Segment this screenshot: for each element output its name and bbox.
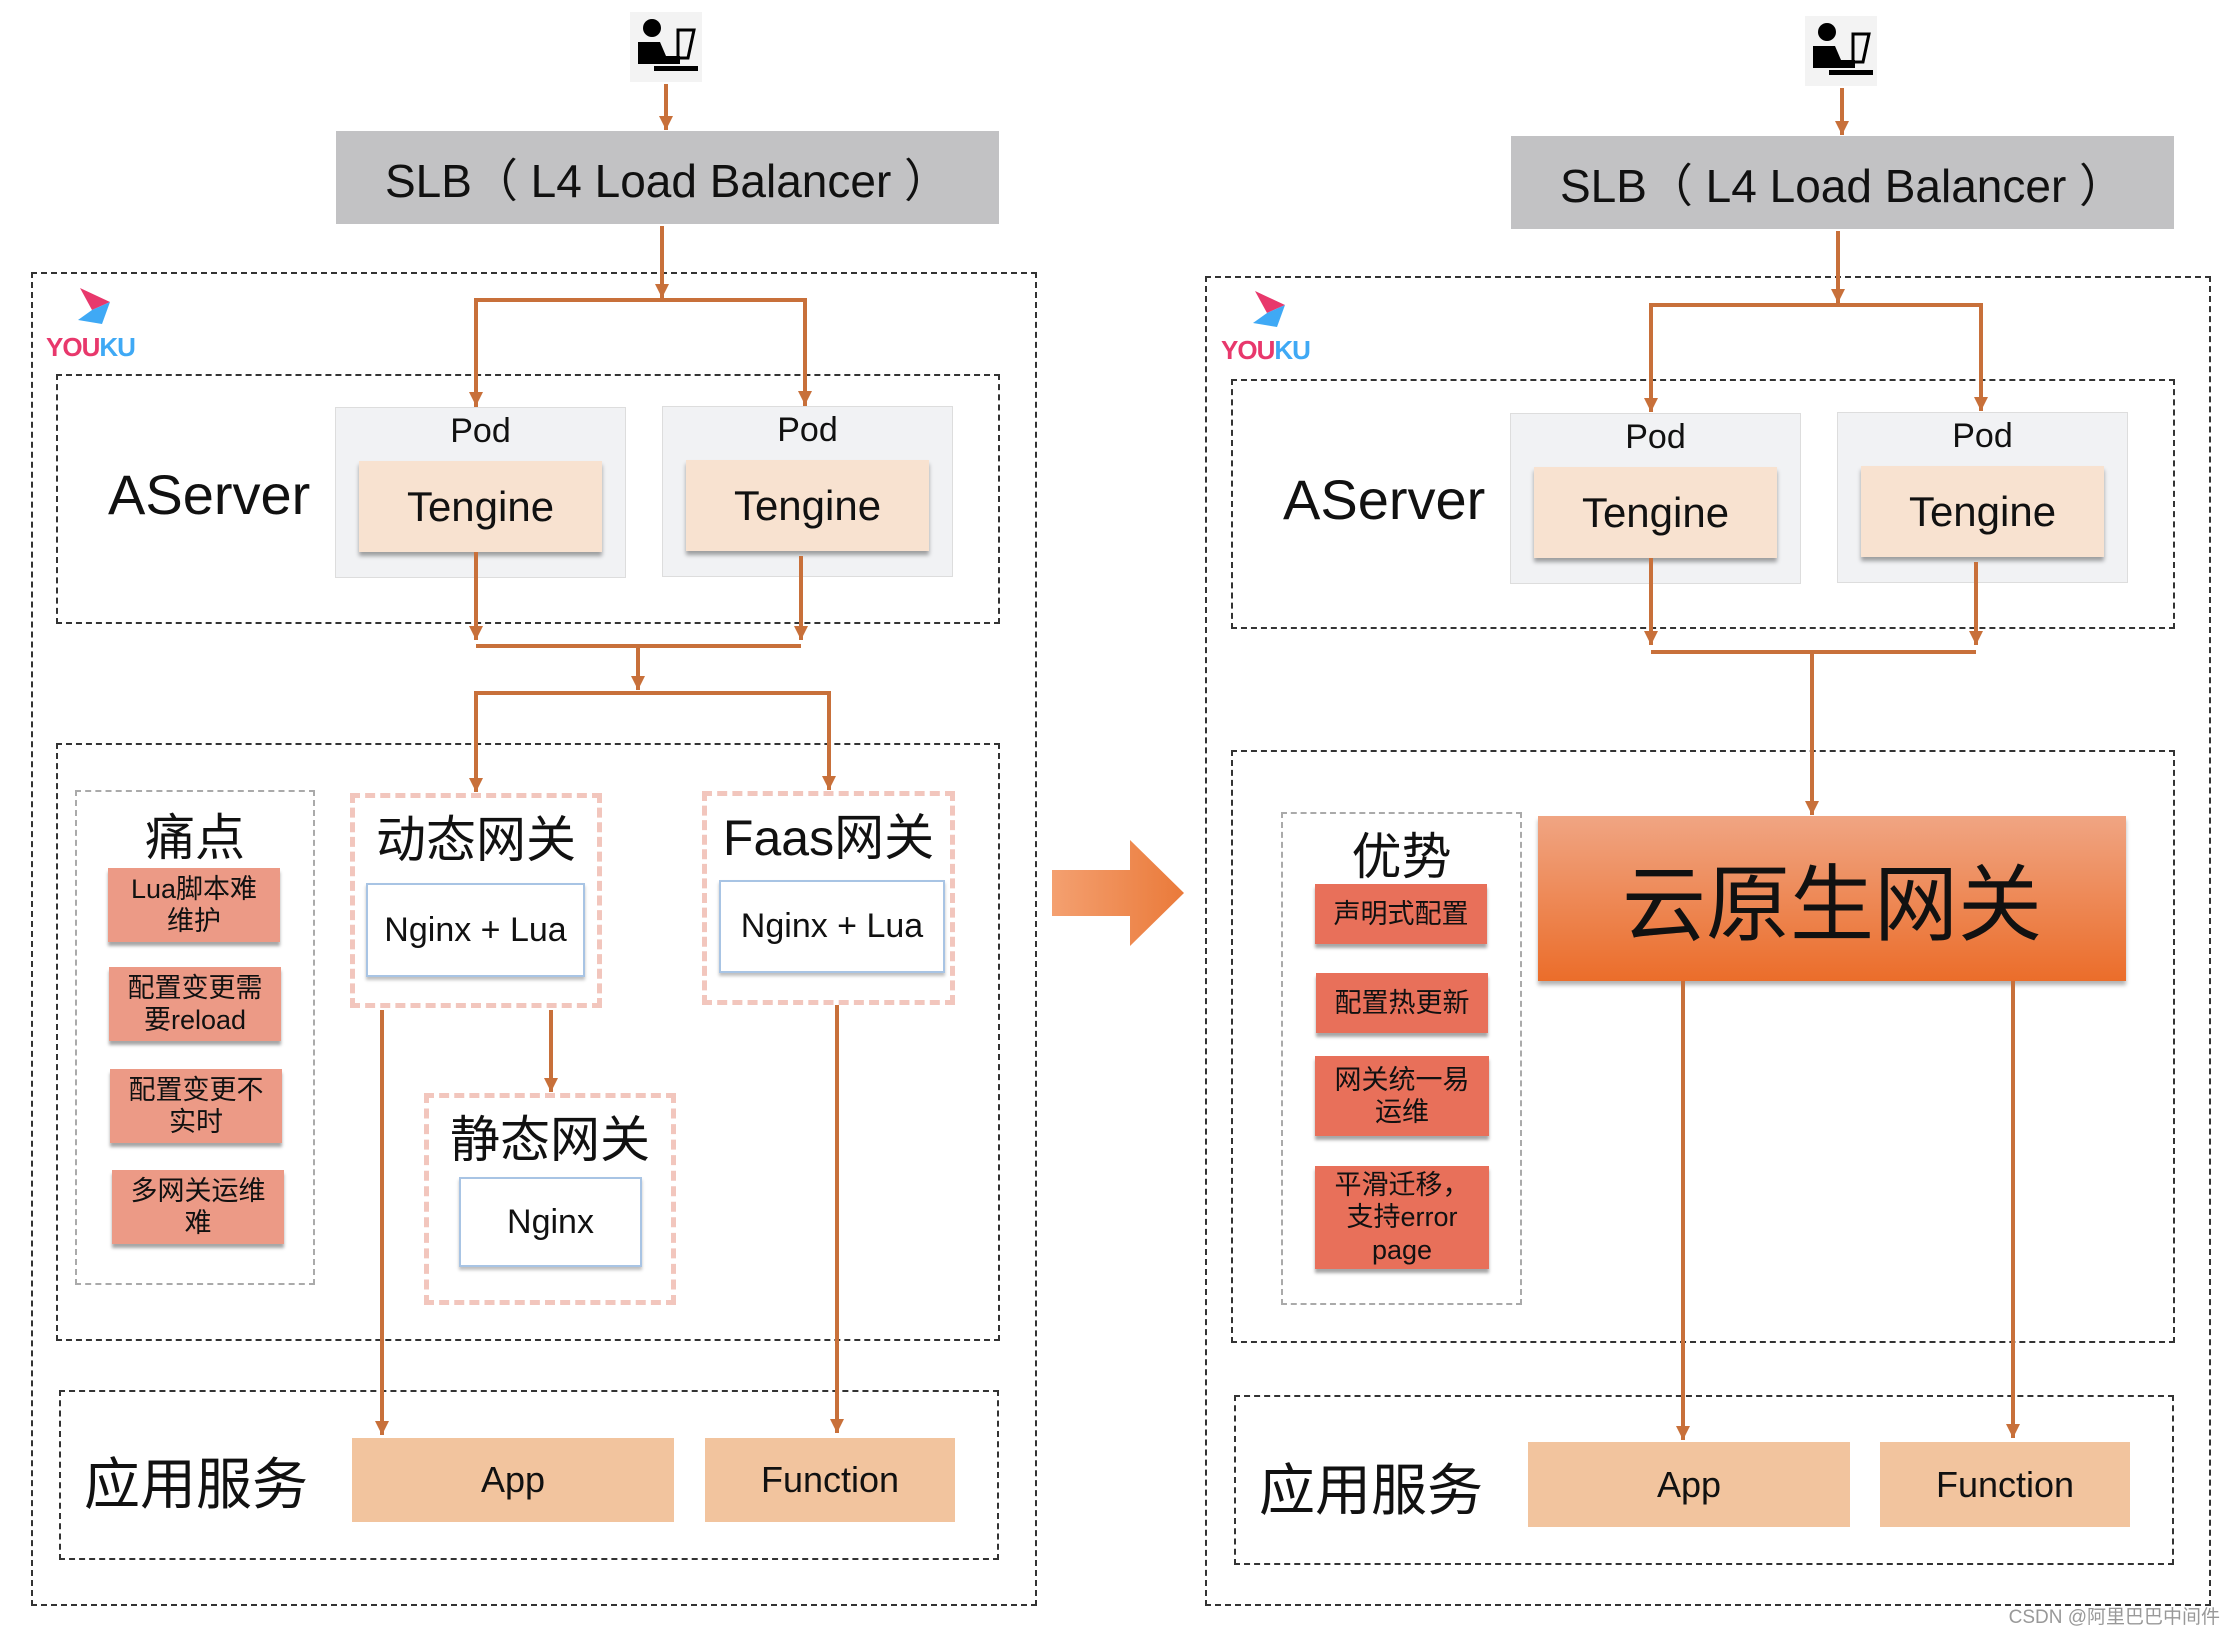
watermark: CSDN @阿里巴巴中间件 [2008, 1607, 2220, 1628]
connector-lines [375, 84, 2020, 1440]
split-to-pods [474, 298, 807, 407]
